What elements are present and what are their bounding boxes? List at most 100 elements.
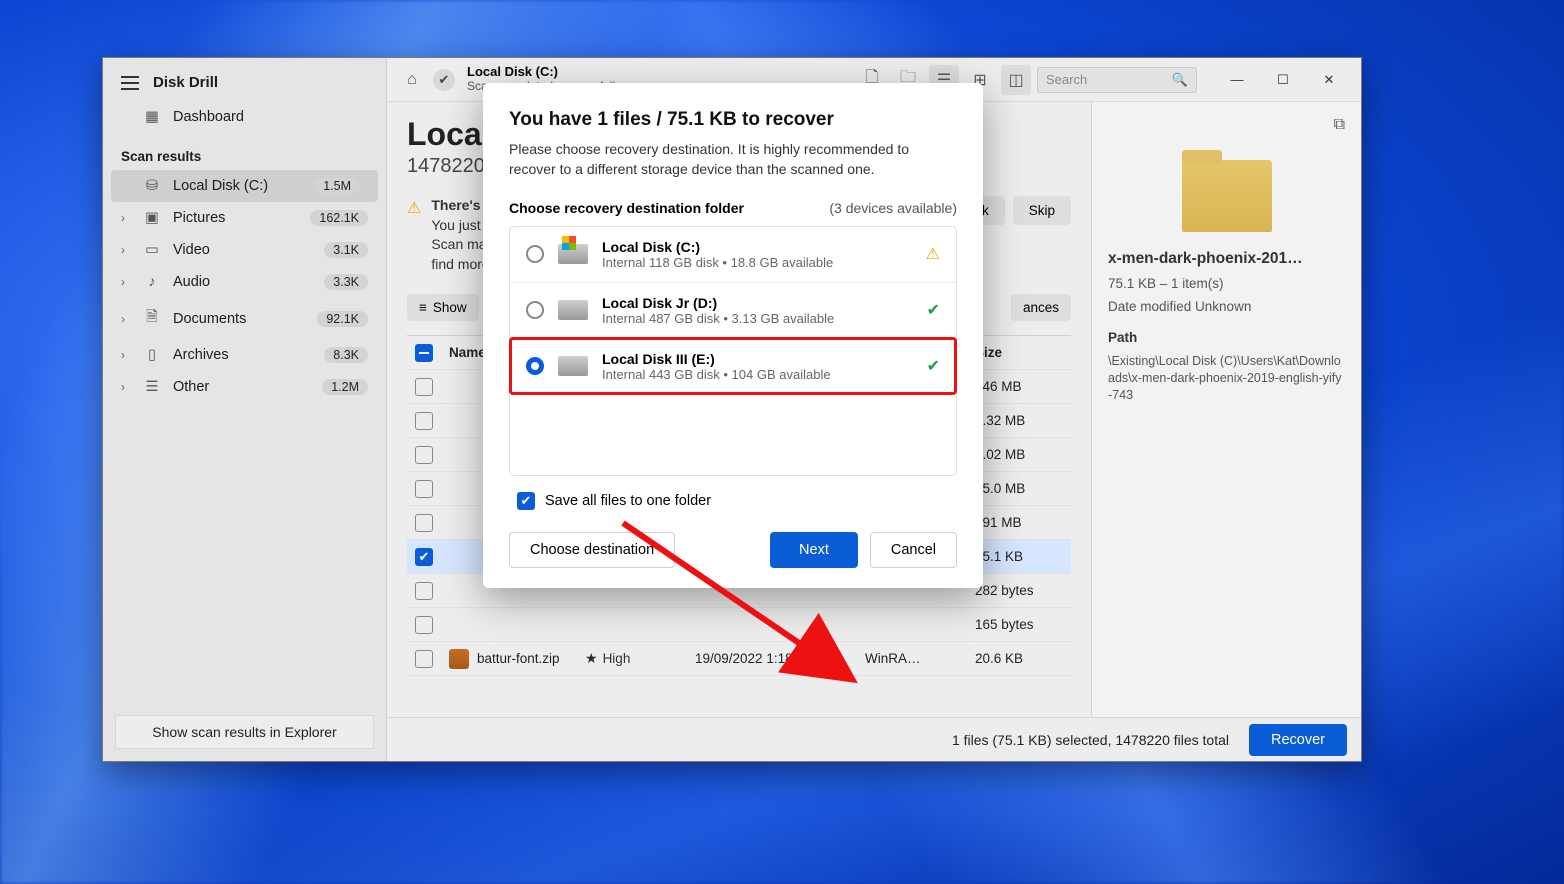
search-input[interactable]: Search 🔍 <box>1037 67 1197 93</box>
file-size: 9.32 MB <box>975 413 1065 428</box>
radio-button[interactable] <box>526 301 544 319</box>
file-icon <box>449 649 469 669</box>
open-external-icon[interactable]: ⧉ <box>1334 116 1345 134</box>
disk-icon <box>558 356 588 376</box>
destination-name: Local Disk (C:) <box>602 239 912 255</box>
recovery-chance: High <box>603 651 631 666</box>
window-maximize-button[interactable]: ☐ <box>1261 65 1305 95</box>
header-checkbox[interactable] <box>415 344 433 362</box>
chances-filter-label: ances <box>1023 300 1059 315</box>
recover-button[interactable]: Recover <box>1249 724 1347 756</box>
choose-destination-button[interactable]: Choose destination <box>509 532 675 568</box>
chevron-right-icon: › <box>121 275 125 289</box>
destination-meta: Internal 118 GB disk • 18.8 GB available <box>602 255 912 270</box>
row-checkbox[interactable] <box>415 446 433 464</box>
audio-icon: ♪ <box>143 274 161 290</box>
row-checkbox[interactable] <box>415 378 433 396</box>
table-row[interactable]: battur-font.zip ★High 19/09/2022 1:18… W… <box>407 642 1071 676</box>
app-window: Disk Drill ▦ Dashboard Scan results ⛁ Lo… <box>102 57 1362 762</box>
toolbar-location-title: Local Disk (C:) <box>467 65 621 80</box>
preview-pane: ⧉ x-men-dark-phoenix-201… 75.1 KB – 1 it… <box>1091 102 1361 717</box>
modal-title: You have 1 files / 75.1 KB to recover <box>509 109 957 131</box>
destination-name: Local Disk III (E:) <box>602 351 913 367</box>
row-checkbox[interactable] <box>415 514 433 532</box>
preview-meta: 75.1 KB – 1 item(s) <box>1108 276 1345 291</box>
radio-button[interactable] <box>526 245 544 263</box>
check-icon[interactable]: ✔ <box>433 69 455 91</box>
grid-icon: ▦ <box>143 109 161 125</box>
chevron-right-icon: › <box>121 243 125 257</box>
sidebar: Disk Drill ▦ Dashboard Scan results ⛁ Lo… <box>103 58 387 761</box>
sidebar-item-count: 3.3K <box>324 274 368 290</box>
file-date: 19/09/2022 1:18… <box>695 651 865 666</box>
sidebar-item-label: Archives <box>173 347 229 363</box>
skip-button[interactable]: Skip <box>1013 196 1071 225</box>
sidebar-item-documents[interactable]: › 🗎 Documents 92.1K <box>103 298 386 339</box>
preview-path: \Existing\Local Disk (C)\Users\Kat\Downl… <box>1108 353 1345 404</box>
star-icon: ★ <box>585 650 598 667</box>
warning-icon: ⚠ <box>407 198 421 218</box>
row-checkbox[interactable] <box>415 480 433 498</box>
sidebar-item-other[interactable]: › ☰ Other 1.2M <box>103 371 386 403</box>
show-filter-button[interactable]: ≡ Show <box>407 294 479 321</box>
check-icon: ✔ <box>927 356 940 376</box>
radio-button[interactable] <box>526 357 544 375</box>
sidebar-item-count: 1.2M <box>322 379 368 395</box>
sidebar-item-video[interactable]: › ▭ Video 3.1K <box>103 234 386 266</box>
window-minimize-button[interactable]: — <box>1215 65 1259 95</box>
destination-meta: Internal 443 GB disk • 104 GB available <box>602 367 913 382</box>
sidebar-dashboard[interactable]: ▦ Dashboard <box>103 101 386 133</box>
sliders-icon: ≡ <box>419 300 427 315</box>
file-size: 20.6 KB <box>975 651 1065 666</box>
file-size: 282 bytes <box>975 583 1065 598</box>
destination-name: Local Disk Jr (D:) <box>602 295 913 311</box>
cancel-button[interactable]: Cancel <box>870 532 957 568</box>
sidebar-item-localdisk[interactable]: ⛁ Local Disk (C:) 1.5M <box>111 170 378 202</box>
sidebar-item-label: Audio <box>173 274 210 290</box>
sidebar-item-label: Local Disk (C:) <box>173 178 268 194</box>
hamburger-icon[interactable] <box>121 76 139 90</box>
destination-meta: Internal 487 GB disk • 3.13 GB available <box>602 311 913 326</box>
col-size[interactable]: Size <box>975 345 1065 360</box>
sidebar-footer-link[interactable]: Show scan results in Explorer <box>115 715 374 749</box>
home-icon[interactable]: ⌂ <box>397 65 427 95</box>
other-icon: ☰ <box>143 379 161 395</box>
file-type: WinRA… <box>865 651 975 666</box>
sidebar-item-audio[interactable]: › ♪ Audio 3.3K <box>103 266 386 298</box>
save-all-label: Save all files to one folder <box>545 493 711 509</box>
next-button[interactable]: Next <box>770 532 858 568</box>
check-icon: ✔ <box>927 300 940 320</box>
sidebar-dashboard-label: Dashboard <box>173 109 244 125</box>
row-checkbox[interactable] <box>415 582 433 600</box>
window-close-button[interactable]: ✕ <box>1307 65 1351 95</box>
sidebar-scan-results-label: Scan results <box>103 133 386 170</box>
destination-option[interactable]: Local Disk III (E:) Internal 443 GB disk… <box>510 338 956 394</box>
destination-option[interactable]: Local Disk Jr (D:) Internal 487 GB disk … <box>510 282 956 338</box>
folder-icon <box>1182 160 1272 232</box>
save-all-checkbox[interactable]: ✔ <box>517 492 535 510</box>
destination-option[interactable]: Local Disk (C:) Internal 118 GB disk • 1… <box>510 227 956 282</box>
recovery-destination-modal: You have 1 files / 75.1 KB to recover Pl… <box>483 83 983 588</box>
destination-list: Local Disk (C:) Internal 118 GB disk • 1… <box>509 226 957 476</box>
image-icon: ▣ <box>143 210 161 226</box>
search-placeholder: Search <box>1046 72 1087 87</box>
row-checkbox[interactable] <box>415 616 433 634</box>
status-text: 1 files (75.1 KB) selected, 1478220 file… <box>952 732 1229 748</box>
warning-icon: ⚠ <box>926 244 940 264</box>
preview-filename: x-men-dark-phoenix-201… <box>1108 250 1345 268</box>
table-row[interactable]: 165 bytes <box>407 608 1071 642</box>
app-title: Disk Drill <box>153 74 218 91</box>
sidebar-item-count: 8.3K <box>324 347 368 363</box>
row-checkbox[interactable] <box>415 650 433 668</box>
disk-icon <box>558 244 588 264</box>
row-checkbox[interactable] <box>415 412 433 430</box>
modal-choose-label: Choose recovery destination folder <box>509 200 744 216</box>
panels-icon[interactable]: ◫ <box>1001 65 1031 95</box>
sidebar-item-count: 92.1K <box>317 311 368 327</box>
chances-filter-button[interactable]: ances <box>1011 294 1071 321</box>
row-checkbox[interactable]: ✔ <box>415 548 433 566</box>
document-icon: 🗎 <box>143 306 161 331</box>
sidebar-item-archives[interactable]: › ▯ Archives 8.3K <box>103 339 386 371</box>
sidebar-item-pictures[interactable]: › ▣ Pictures 162.1K <box>103 202 386 234</box>
file-size: 346 MB <box>975 379 1065 394</box>
